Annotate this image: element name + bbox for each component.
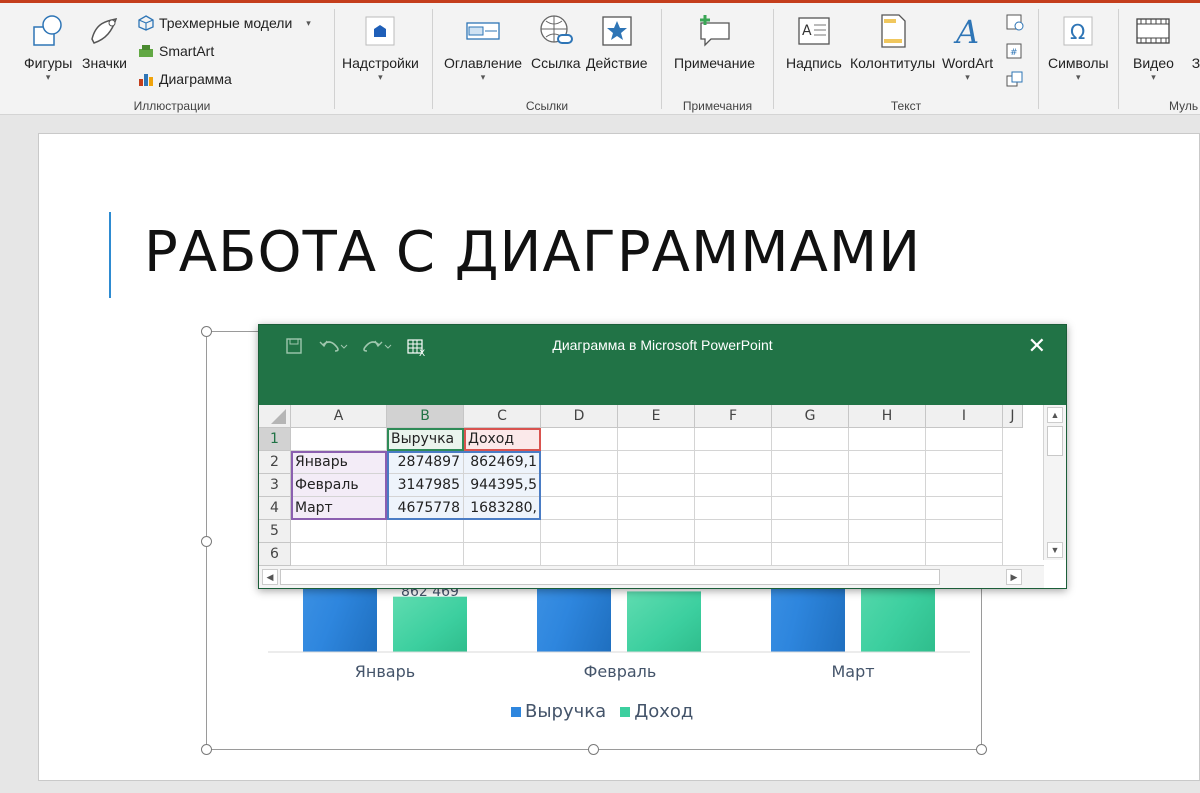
table-cell[interactable]: 1683280, bbox=[464, 497, 541, 520]
scroll-up-icon[interactable]: ▲ bbox=[1047, 407, 1063, 423]
scroll-down-icon[interactable]: ▼ bbox=[1047, 542, 1063, 558]
table-cell[interactable]: 3147985 bbox=[387, 474, 464, 497]
table-cell[interactable] bbox=[849, 497, 926, 520]
table-cell[interactable] bbox=[772, 520, 849, 543]
row-header[interactable]: 4 bbox=[259, 497, 291, 520]
table-cell[interactable] bbox=[926, 520, 1003, 543]
spreadsheet-grid[interactable]: ▲ ▼ ◀ ▶ A B C D E F G H I J 1 Выручка Доход 2 Январь 28… bbox=[259, 405, 1066, 588]
table-cell[interactable] bbox=[926, 428, 1003, 451]
table-cell[interactable] bbox=[695, 497, 772, 520]
table-cell[interactable]: Январь bbox=[291, 451, 387, 474]
table-cell[interactable] bbox=[772, 474, 849, 497]
column-header[interactable]: B bbox=[387, 405, 464, 428]
row-header[interactable]: 6 bbox=[259, 543, 291, 566]
select-all-corner[interactable] bbox=[259, 405, 291, 428]
table-cell[interactable] bbox=[464, 520, 541, 543]
table-cell[interactable] bbox=[618, 474, 695, 497]
row-header[interactable]: 3 bbox=[259, 474, 291, 497]
table-cell[interactable] bbox=[291, 520, 387, 543]
row-header[interactable]: 5 bbox=[259, 520, 291, 543]
table-cell[interactable] bbox=[695, 428, 772, 451]
scrollbar-thumb[interactable] bbox=[1047, 426, 1063, 456]
table-cell[interactable] bbox=[772, 428, 849, 451]
legend-entry: Выручка bbox=[525, 701, 607, 722]
table-cell[interactable] bbox=[618, 451, 695, 474]
table-cell[interactable] bbox=[387, 520, 464, 543]
table-cell[interactable] bbox=[541, 520, 618, 543]
column-header[interactable]: F bbox=[695, 405, 772, 428]
bar-income[interactable] bbox=[393, 596, 467, 652]
table-cell[interactable] bbox=[926, 474, 1003, 497]
table-cell[interactable] bbox=[541, 428, 618, 451]
table-cell[interactable] bbox=[695, 451, 772, 474]
table-cell[interactable] bbox=[695, 543, 772, 566]
table-cell[interactable] bbox=[541, 451, 618, 474]
table-cell[interactable] bbox=[849, 543, 926, 566]
table-cell[interactable]: Доход bbox=[464, 428, 541, 451]
legend-swatch bbox=[511, 706, 521, 717]
table-cell[interactable] bbox=[926, 497, 1003, 520]
table-cell[interactable] bbox=[849, 451, 926, 474]
table-cell[interactable] bbox=[849, 474, 926, 497]
table-cell[interactable] bbox=[541, 497, 618, 520]
table-cell[interactable]: Выручка bbox=[387, 428, 464, 451]
chart-legend: Выручка Доход bbox=[511, 701, 693, 722]
table-cell[interactable] bbox=[618, 428, 695, 451]
table-cell[interactable] bbox=[695, 520, 772, 543]
column-header[interactable]: I bbox=[926, 405, 1003, 428]
table-cell[interactable]: 944395,5 bbox=[464, 474, 541, 497]
table-cell[interactable] bbox=[618, 543, 695, 566]
chart-data-window[interactable]: X Диаграмма в Microsoft PowerPoint ✕ ▲ ▼… bbox=[258, 324, 1067, 589]
table-cell[interactable] bbox=[926, 451, 1003, 474]
table-cell[interactable]: 4675778 bbox=[387, 497, 464, 520]
table-cell[interactable] bbox=[849, 520, 926, 543]
table-cell[interactable] bbox=[618, 497, 695, 520]
close-icon[interactable]: ✕ bbox=[1028, 333, 1046, 359]
table-cell[interactable]: 2874897 bbox=[387, 451, 464, 474]
table-cell[interactable] bbox=[926, 543, 1003, 566]
column-header[interactable]: E bbox=[618, 405, 695, 428]
table-cell[interactable] bbox=[291, 428, 387, 451]
table-cell[interactable] bbox=[387, 543, 464, 566]
table-cell[interactable] bbox=[541, 474, 618, 497]
table-cell[interactable] bbox=[772, 497, 849, 520]
table-cell[interactable]: Март bbox=[291, 497, 387, 520]
table-cell[interactable] bbox=[772, 451, 849, 474]
horizontal-scrollbar[interactable]: ◀ ▶ bbox=[259, 565, 1044, 588]
column-header[interactable]: H bbox=[849, 405, 926, 428]
row-header[interactable]: 1 bbox=[259, 428, 291, 451]
scroll-left-icon[interactable]: ◀ bbox=[262, 569, 278, 585]
table-cell[interactable] bbox=[464, 543, 541, 566]
bar-income[interactable] bbox=[627, 591, 701, 652]
table-cell[interactable] bbox=[849, 428, 926, 451]
x-tick-label: Март bbox=[831, 662, 875, 681]
table-cell[interactable] bbox=[291, 543, 387, 566]
table-cell[interactable]: Февраль bbox=[291, 474, 387, 497]
column-header[interactable]: G bbox=[772, 405, 849, 428]
table-cell[interactable] bbox=[541, 543, 618, 566]
column-header[interactable]: A bbox=[291, 405, 387, 428]
table-cell[interactable] bbox=[618, 520, 695, 543]
table-cell[interactable] bbox=[695, 474, 772, 497]
column-header[interactable]: J bbox=[1003, 405, 1023, 428]
column-header[interactable]: C bbox=[464, 405, 541, 428]
table-cell[interactable] bbox=[772, 543, 849, 566]
table-cell[interactable]: 862469,1 bbox=[464, 451, 541, 474]
x-tick-label: Февраль bbox=[583, 662, 657, 681]
row-header[interactable]: 2 bbox=[259, 451, 291, 474]
column-header[interactable]: D bbox=[541, 405, 618, 428]
scrollbar-thumb[interactable] bbox=[280, 569, 940, 585]
scroll-right-icon[interactable]: ▶ bbox=[1006, 569, 1022, 585]
legend-swatch bbox=[620, 706, 631, 717]
legend-entry: Доход bbox=[634, 701, 694, 722]
window-title: Диаграмма в Microsoft PowerPoint bbox=[552, 337, 773, 353]
vertical-scrollbar[interactable]: ▲ ▼ bbox=[1043, 405, 1066, 560]
x-tick-label: Январь bbox=[354, 662, 416, 681]
